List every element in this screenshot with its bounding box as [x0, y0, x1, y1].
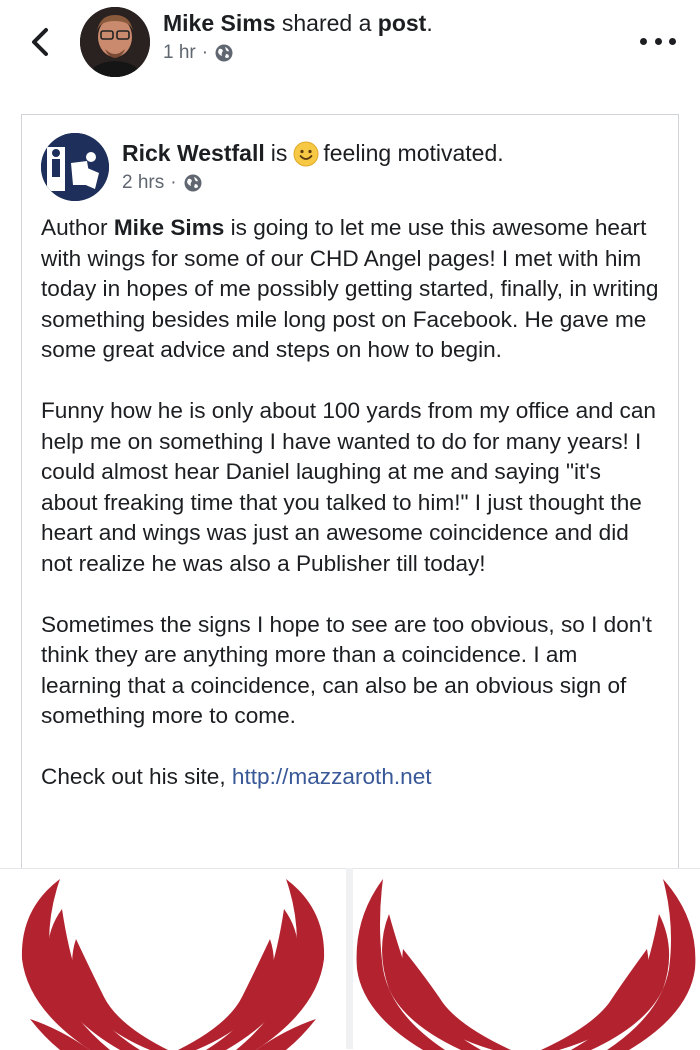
is-label: is	[270, 140, 288, 166]
post-author-name[interactable]: Rick Westfall	[122, 140, 265, 167]
smiley-emoji-icon	[293, 141, 319, 166]
paragraph: Funny how he is only about 100 yards fro…	[41, 398, 656, 576]
globe-icon	[184, 174, 202, 192]
share-headline: Mike Sims shared a post.	[163, 10, 433, 36]
globe-icon	[215, 44, 233, 62]
timestamp[interactable]: 1 hr	[163, 42, 196, 64]
chevron-left-icon	[32, 28, 48, 56]
post-image-wings-left[interactable]	[0, 868, 346, 1050]
feeling-label: feeling motivated.	[323, 140, 504, 166]
image-divider	[346, 868, 353, 1049]
winged-heart-image	[356, 879, 696, 1050]
shared-post-card: Rick Westfall is feeling motivated. 2 hr…	[21, 114, 679, 875]
back-button[interactable]	[24, 22, 58, 62]
avatar[interactable]	[80, 7, 150, 77]
website-link[interactable]: http://mazzaroth.net	[232, 764, 432, 789]
post-image-wings-right[interactable]	[353, 868, 700, 1050]
timestamp[interactable]: 2 hrs	[122, 172, 164, 194]
post-header: Mike Sims shared a post. 1 hr ·	[0, 0, 700, 90]
paragraph: Sometimes the signs I hope to see are to…	[41, 611, 652, 729]
paragraph: Author Mike Sims is going to let me use …	[41, 215, 659, 362]
post-meta: 2 hrs ·	[122, 172, 203, 194]
post-meta: 1 hr ·	[163, 42, 234, 64]
avatar[interactable]	[41, 133, 109, 201]
paragraph: Check out his site, http://mazzaroth.net	[41, 764, 432, 789]
shared-object-link[interactable]: post	[378, 10, 427, 36]
mentioned-name: Mike Sims	[113, 215, 225, 240]
post-body: Author Mike Sims is going to let me use …	[41, 213, 661, 823]
more-options-button[interactable]	[640, 26, 676, 56]
share-action: shared a	[281, 10, 372, 36]
winged-heart-image	[21, 879, 325, 1050]
more-icon	[640, 37, 647, 45]
post-author-line: Rick Westfall is feeling motivated.	[122, 140, 504, 167]
sharer-name[interactable]: Mike Sims	[163, 10, 276, 36]
